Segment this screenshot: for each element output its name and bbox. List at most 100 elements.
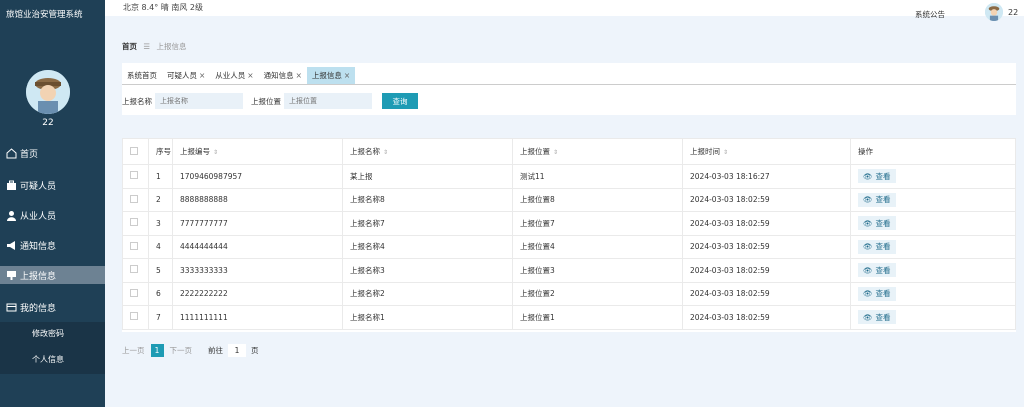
- sidebar-item-label: 可疑人员: [20, 181, 57, 192]
- tab-home[interactable]: 系统首页: [122, 67, 162, 84]
- topbar: 北京 8.4° 晴 南风 2级 系统公告 22: [105, 0, 1024, 21]
- cell-code: 2222222222: [172, 281, 343, 306]
- row-checkbox[interactable]: [130, 171, 138, 180]
- sidebar-subitem-personal-info[interactable]: 个人信息: [0, 354, 96, 365]
- cell-location: 上报位置8: [512, 187, 683, 212]
- cell-time: 2024-03-03 18:02:59: [682, 258, 851, 283]
- view-button[interactable]: 👁 查看: [858, 286, 896, 301]
- view-label: 查看: [875, 265, 891, 275]
- cell-code: 4444444444: [172, 234, 343, 259]
- top-avatar[interactable]: [985, 3, 1003, 21]
- view-button[interactable]: 👁 查看: [858, 192, 896, 207]
- page-number[interactable]: 1: [150, 344, 164, 357]
- eye-icon: 👁: [863, 242, 873, 252]
- cell-code: 8888888888: [172, 187, 343, 212]
- cell-time: 2024-03-03 18:16:27: [682, 164, 851, 189]
- cell-time: 2024-03-03 18:02:59: [682, 187, 851, 212]
- close-icon[interactable]: ×: [247, 71, 253, 80]
- sidebar-item-notices[interactable]: 通知信息: [0, 236, 105, 254]
- close-icon[interactable]: ×: [199, 71, 205, 80]
- view-button[interactable]: 👁 查看: [858, 310, 896, 325]
- tab-staff[interactable]: 从业人员 ×: [210, 67, 258, 84]
- name-label: 上报名称: [122, 96, 152, 106]
- sidebar-item-label: 上报信息: [20, 271, 57, 282]
- view-label: 查看: [875, 312, 891, 322]
- tab-label: 通知信息: [263, 71, 294, 80]
- app-title: 旅馆业治安管理系统: [6, 10, 83, 20]
- breadcrumb: 首页 ☰ 上报信息: [122, 41, 187, 52]
- row-checkbox[interactable]: [130, 218, 138, 227]
- col-code[interactable]: 上报编号 ⇕: [172, 138, 343, 165]
- view-label: 查看: [875, 289, 891, 299]
- sidebar-item-staff[interactable]: 从业人员: [0, 206, 105, 224]
- table-card: 序号 上报编号 ⇕ 上报名称 ⇕ 上报位置 ⇕ 上报时间 ⇕ 操作 1 170946098…: [122, 138, 1016, 332]
- avatar: [26, 70, 70, 114]
- view-button[interactable]: 👁 查看: [858, 169, 896, 184]
- col-time[interactable]: 上报时间 ⇕: [682, 138, 851, 165]
- row-checkbox[interactable]: [130, 265, 138, 274]
- cell-index: 5: [148, 258, 173, 283]
- weather-info: 北京 8.4° 晴 南风 2级: [123, 3, 203, 12]
- tab-notices[interactable]: 通知信息 ×: [259, 67, 307, 84]
- card-icon: [5, 301, 17, 313]
- row-checkbox[interactable]: [130, 288, 138, 297]
- sidebar-item-home[interactable]: 首页: [0, 144, 105, 162]
- view-button[interactable]: 👁 查看: [858, 239, 896, 254]
- location-input[interactable]: [284, 93, 372, 109]
- breadcrumb-separator: ☰: [143, 42, 151, 51]
- sidebar-item-my-info[interactable]: 我的信息: [0, 298, 105, 316]
- view-label: 查看: [875, 195, 891, 205]
- cell-name: 上报名称4: [342, 234, 513, 259]
- view-label: 查看: [875, 242, 891, 252]
- table-row: 4 4444444444 上报名称4 上报位置4 2024-03-03 18:02:59…: [122, 234, 1016, 259]
- col-location[interactable]: 上报位置 ⇕: [512, 138, 683, 165]
- name-input[interactable]: [155, 93, 243, 109]
- sidebar-item-suspects[interactable]: 可疑人员: [0, 176, 105, 194]
- eye-icon: 👁: [863, 289, 873, 299]
- top-username: 22: [1008, 8, 1019, 17]
- goto-page-input[interactable]: 1: [228, 344, 246, 357]
- view-label: 查看: [875, 218, 891, 228]
- table-row: 2 8888888888 上报名称8 上报位置8 2024-03-03 18:02:59…: [122, 187, 1016, 212]
- search-button[interactable]: 查询: [382, 93, 418, 109]
- cell-time: 2024-03-03 18:02:59: [682, 211, 851, 236]
- report-table: 序号 上报编号 ⇕ 上报名称 ⇕ 上报位置 ⇕ 上报时间 ⇕ 操作 1 170946098…: [122, 138, 1016, 330]
- sidebar-item-reports[interactable]: 上报信息: [0, 266, 105, 284]
- briefcase-icon: [5, 179, 17, 191]
- tab-bar: 系统首页 可疑人员 × 从业人员 × 通知信息 × 上报信息 ×: [122, 67, 1016, 85]
- view-button[interactable]: 👁 查看: [858, 216, 896, 231]
- row-checkbox[interactable]: [130, 312, 138, 321]
- cell-index: 7: [148, 305, 173, 330]
- pagination: 上一页 1 下一页 前往 1 页: [122, 344, 259, 357]
- tab-reports[interactable]: 上报信息 ×: [306, 67, 356, 84]
- row-checkbox[interactable]: [130, 241, 138, 250]
- table-row: 5 3333333333 上报名称3 上报位置3 2024-03-03 18:02:59…: [122, 258, 1016, 283]
- select-all-checkbox[interactable]: [130, 146, 138, 155]
- megaphone-icon: [5, 239, 17, 251]
- close-icon[interactable]: ×: [344, 71, 350, 80]
- next-page-button[interactable]: 下一页: [170, 345, 193, 356]
- tab-label: 可疑人员: [167, 71, 197, 80]
- cell-location: 测试11: [512, 164, 683, 189]
- tab-suspects[interactable]: 可疑人员 ×: [162, 67, 210, 84]
- cell-location: 上报位置7: [512, 211, 683, 236]
- close-icon[interactable]: ×: [296, 71, 302, 80]
- table-row: 7 1111111111 上报名称1 上报位置1 2024-03-03 18:02:59…: [122, 305, 1016, 330]
- col-name[interactable]: 上报名称 ⇕: [342, 138, 513, 165]
- sort-icon: ⇕: [553, 149, 559, 156]
- cell-name: 上报名称2: [342, 281, 513, 306]
- cell-code: 1111111111: [172, 305, 343, 330]
- cell-time: 2024-03-03 18:02:59: [682, 234, 851, 259]
- eye-icon: 👁: [863, 218, 873, 228]
- system-notice-link[interactable]: 系统公告: [915, 9, 945, 20]
- tab-label: 系统首页: [127, 71, 157, 80]
- breadcrumb-home[interactable]: 首页: [122, 42, 137, 51]
- user-icon: [5, 209, 17, 221]
- prev-page-button[interactable]: 上一页: [122, 345, 145, 356]
- col-actions: 操作: [850, 138, 1016, 165]
- location-label: 上报位置: [251, 96, 281, 106]
- row-checkbox[interactable]: [130, 194, 138, 203]
- view-button[interactable]: 👁 查看: [858, 263, 896, 278]
- goto-label: 前往: [208, 346, 223, 355]
- sidebar-subitem-change-password[interactable]: 修改密码: [0, 328, 96, 339]
